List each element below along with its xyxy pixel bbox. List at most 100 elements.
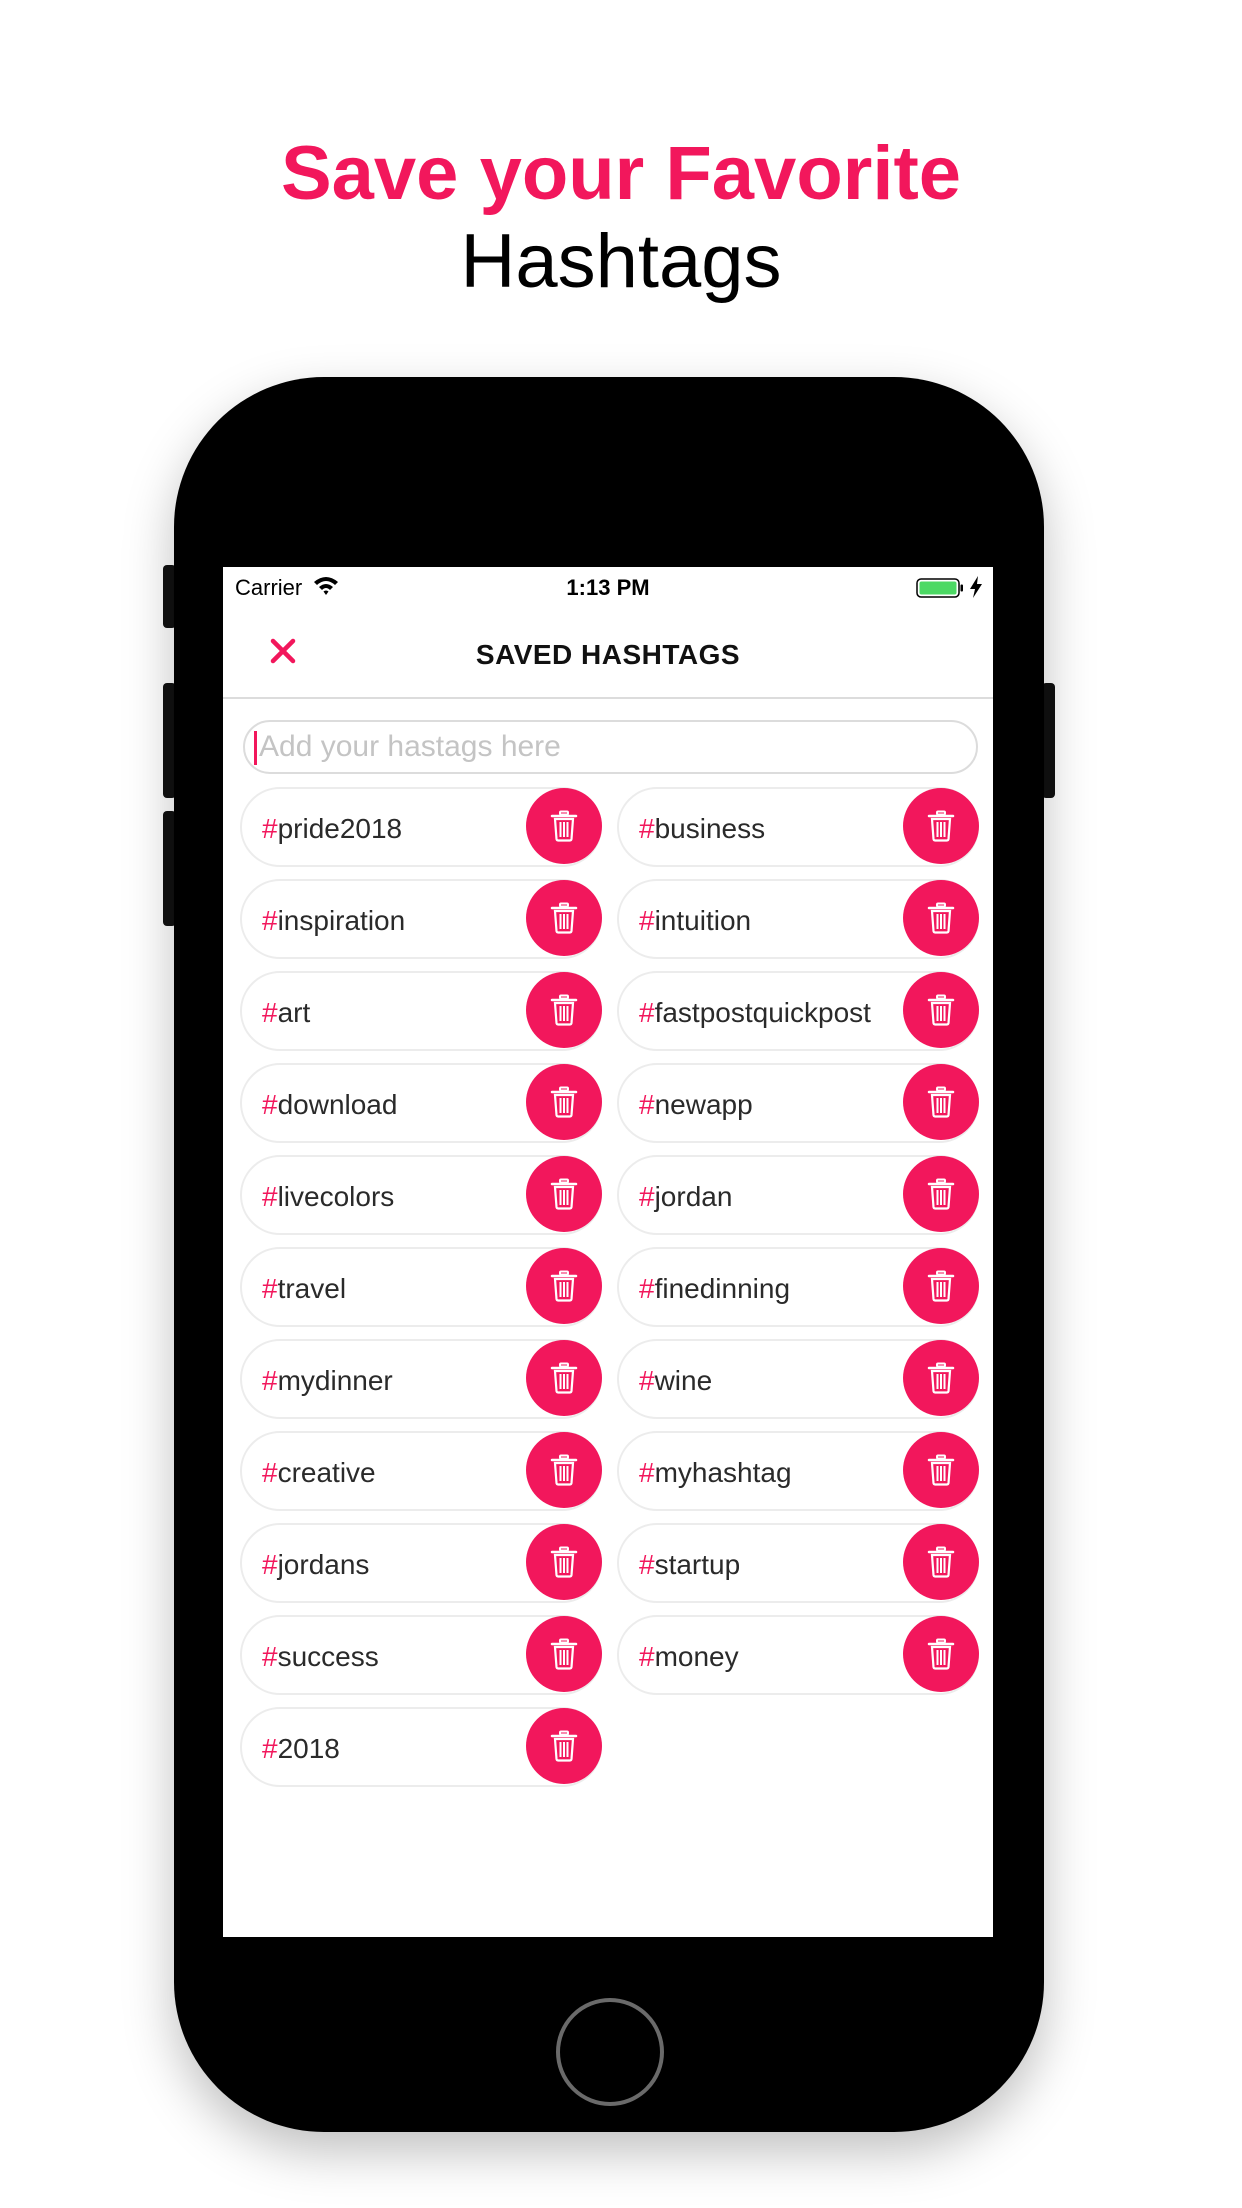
- trash-icon: [927, 1270, 955, 1302]
- hashtag-text: travel: [277, 1273, 347, 1304]
- hashtag-chip[interactable]: #myhashtag: [617, 1431, 979, 1511]
- delete-hashtag-button[interactable]: [903, 1248, 979, 1324]
- hash-symbol: #: [262, 1365, 278, 1396]
- delete-hashtag-button[interactable]: [526, 1248, 602, 1324]
- hashtag-chip[interactable]: #inspiration: [240, 879, 602, 959]
- hashtag-chip[interactable]: #newapp: [617, 1063, 979, 1143]
- delete-hashtag-button[interactable]: [526, 1524, 602, 1600]
- text-cursor: [254, 731, 257, 765]
- hashtag-label: #success: [262, 1641, 379, 1673]
- trash-icon: [550, 1086, 578, 1118]
- trash-icon: [550, 1730, 578, 1762]
- trash-icon: [550, 1362, 578, 1394]
- hashtag-text: wine: [654, 1365, 713, 1396]
- hash-symbol: #: [262, 1641, 278, 1672]
- delete-hashtag-button[interactable]: [903, 1616, 979, 1692]
- delete-hashtag-button[interactable]: [903, 788, 979, 864]
- promo-title-line1: Save your Favorite: [280, 131, 962, 216]
- hashtag-input[interactable]: [243, 720, 978, 774]
- page-title: SAVED HASHTAGS: [475, 639, 741, 670]
- hashtag-chip[interactable]: #jordans: [240, 1523, 602, 1603]
- trash-icon: [550, 1638, 578, 1670]
- trash-icon: [550, 1270, 578, 1302]
- hash-symbol: #: [262, 1181, 278, 1212]
- hashtag-label: #myhashtag: [639, 1457, 792, 1489]
- hashtag-chip[interactable]: #mydinner: [240, 1339, 602, 1419]
- hashtag-chip[interactable]: #business: [617, 787, 979, 867]
- delete-hashtag-button[interactable]: [526, 1340, 602, 1416]
- hashtag-label: #money: [639, 1641, 739, 1673]
- hashtag-label: #2018: [262, 1733, 340, 1765]
- trash-icon: [550, 810, 578, 842]
- hash-symbol: #: [639, 1273, 655, 1304]
- hashtag-chip[interactable]: #money: [617, 1615, 979, 1695]
- hashtag-chip[interactable]: #finedinning: [617, 1247, 979, 1327]
- trash-icon: [927, 1086, 955, 1118]
- delete-hashtag-button[interactable]: [526, 788, 602, 864]
- hash-symbol: #: [262, 1273, 278, 1304]
- hashtag-text: download: [277, 1089, 398, 1120]
- delete-hashtag-button[interactable]: [526, 1432, 602, 1508]
- hash-symbol: #: [639, 813, 655, 844]
- hashtag-chip[interactable]: #2018: [240, 1707, 602, 1787]
- hashtag-chip[interactable]: #pride2018: [240, 787, 602, 867]
- delete-hashtag-button[interactable]: [903, 1340, 979, 1416]
- hashtag-text: intuition: [654, 905, 752, 936]
- battery-icon: [916, 578, 963, 598]
- hashtag-text: creative: [277, 1457, 376, 1488]
- delete-hashtag-button[interactable]: [903, 1156, 979, 1232]
- delete-hashtag-button[interactable]: [526, 880, 602, 956]
- hashtag-chip[interactable]: #startup: [617, 1523, 979, 1603]
- hashtag-text: myhashtag: [654, 1457, 792, 1488]
- hash-symbol: #: [639, 997, 655, 1028]
- hash-symbol: #: [262, 905, 278, 936]
- hash-symbol: #: [262, 1733, 278, 1764]
- home-button[interactable]: [556, 1998, 664, 2106]
- hashtag-chip[interactable]: #download: [240, 1063, 602, 1143]
- delete-hashtag-button[interactable]: [526, 1708, 602, 1784]
- phone-screen: Carrier 1:13 PM SAVED HASHTAGS #pride201…: [223, 567, 993, 1937]
- hashtag-text: money: [654, 1641, 739, 1672]
- delete-hashtag-button[interactable]: [903, 1432, 979, 1508]
- hashtag-text: pride2018: [277, 813, 403, 844]
- trash-icon: [550, 1454, 578, 1486]
- hashtag-chip[interactable]: #intuition: [617, 879, 979, 959]
- hashtag-chip[interactable]: #creative: [240, 1431, 602, 1511]
- delete-hashtag-button[interactable]: [526, 972, 602, 1048]
- hashtag-text: success: [277, 1641, 379, 1672]
- status-time: 1:13 PM: [566, 575, 650, 600]
- delete-hashtag-button[interactable]: [903, 1524, 979, 1600]
- hashtag-chip[interactable]: #travel: [240, 1247, 602, 1327]
- navigation-bar: SAVED HASHTAGS: [223, 607, 993, 699]
- hashtag-label: #travel: [262, 1273, 346, 1305]
- hashtag-text: art: [277, 997, 311, 1028]
- delete-hashtag-button[interactable]: [903, 972, 979, 1048]
- hashtag-text: jordans: [277, 1549, 370, 1580]
- trash-icon: [927, 994, 955, 1026]
- hash-symbol: #: [639, 905, 655, 936]
- hashtag-chip[interactable]: #wine: [617, 1339, 979, 1419]
- delete-hashtag-button[interactable]: [526, 1064, 602, 1140]
- hashtag-label: #art: [262, 997, 310, 1029]
- hashtag-text: 2018: [277, 1733, 340, 1764]
- hashtag-label: #mydinner: [262, 1365, 393, 1397]
- hashtag-chip[interactable]: #success: [240, 1615, 602, 1695]
- delete-hashtag-button[interactable]: [526, 1616, 602, 1692]
- hashtag-label: #jordans: [262, 1549, 369, 1581]
- promo-headline: Save your Favorite Hashtags: [0, 130, 1242, 306]
- hashtag-chip[interactable]: #art: [240, 971, 602, 1051]
- trash-icon: [550, 902, 578, 934]
- delete-hashtag-button[interactable]: [526, 1156, 602, 1232]
- hash-symbol: #: [639, 1641, 655, 1672]
- trash-icon: [550, 1546, 578, 1578]
- hashtag-label: #creative: [262, 1457, 376, 1489]
- hashtag-chip[interactable]: #fastpostquickpost: [617, 971, 979, 1051]
- hashtag-chip[interactable]: #jordan: [617, 1155, 979, 1235]
- hashtag-chip[interactable]: #livecolors: [240, 1155, 602, 1235]
- status-bar: Carrier 1:13 PM: [223, 567, 993, 607]
- hash-symbol: #: [262, 1549, 278, 1580]
- trash-icon: [927, 902, 955, 934]
- delete-hashtag-button[interactable]: [903, 1064, 979, 1140]
- delete-hashtag-button[interactable]: [903, 880, 979, 956]
- hashtag-text: jordan: [654, 1181, 733, 1212]
